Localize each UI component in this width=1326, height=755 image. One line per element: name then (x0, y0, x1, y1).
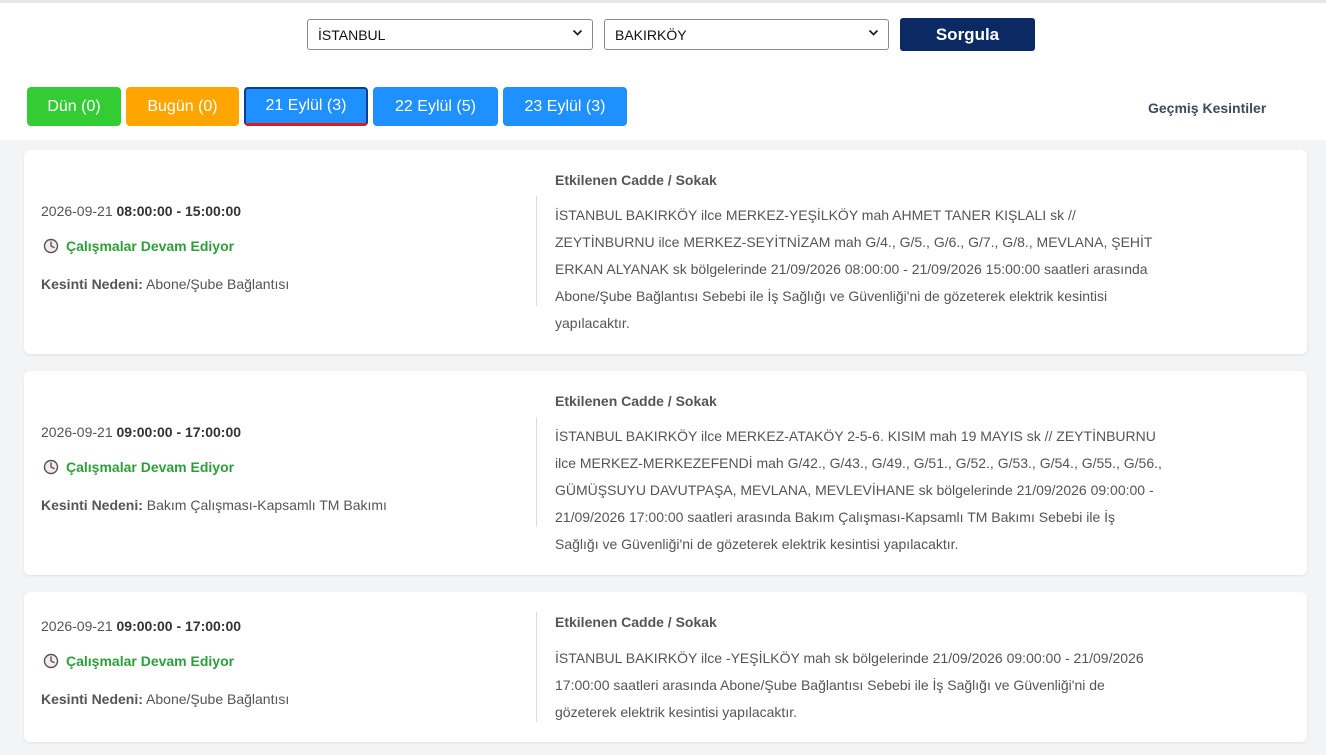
outage-status: Çalışmalar Devam Ediyor (43, 459, 234, 475)
affected-line: ERKAN ALYANAK sk bölgelerinde 21/09/2026… (555, 261, 1148, 277)
affected-streets-title: Etkilenen Cadde / Sokak (555, 172, 717, 188)
affected-line: gözeterek elektrik kesintisi yapılacaktı… (555, 704, 797, 720)
outage-datetime: 2026-09-21 09:00:00 - 17:00:00 (41, 618, 241, 634)
affected-streets-text: İSTANBUL BAKIRKÖY ilce -YEŞİLKÖY mah sk … (555, 645, 1195, 726)
status-text: Çalışmalar Devam Ediyor (66, 459, 235, 475)
reason-value: Bakım Çalışması-Kapsamlı TM Bakımı (146, 497, 387, 513)
clock-icon (43, 459, 59, 475)
outage-card: 2026-09-21 08:00:00 - 15:00:00 Çalışmala… (24, 150, 1307, 354)
outage-time: 08:00:00 - 15:00:00 (116, 203, 242, 219)
card-divider (536, 417, 537, 527)
outage-reason: Kesinti Nedeni: Abone/Şube Bağlantısı (41, 276, 289, 292)
past-outages-link[interactable]: Geçmiş Kesintiler (1148, 100, 1266, 116)
outage-status: Çalışmalar Devam Ediyor (43, 238, 234, 254)
affected-line: İSTANBUL BAKIRKÖY ilce MERKEZ-ATAKÖY 2-5… (555, 428, 1156, 444)
affected-line: GÜMÜŞSUYU DAVUTPAŞA, MEVLANA, MEVLEVİHAN… (555, 482, 1154, 498)
tab-21-september[interactable]: 21 Eylül (3) (244, 87, 368, 126)
outage-card: 2026-09-21 09:00:00 - 17:00:00 Çalışmala… (24, 592, 1307, 742)
outage-time: 09:00:00 - 17:00:00 (116, 424, 242, 440)
tab-yesterday[interactable]: Dün (0) (27, 87, 121, 126)
outage-status: Çalışmalar Devam Ediyor (43, 653, 234, 669)
affected-streets-text: İSTANBUL BAKIRKÖY ilce MERKEZ-ATAKÖY 2-5… (555, 423, 1195, 558)
outage-date: 2026-09-21 (41, 618, 113, 634)
page: İSTANBUL BAKIRKÖY Sorgula Dün (0) Bugün … (0, 0, 1326, 755)
outage-datetime: 2026-09-21 08:00:00 - 15:00:00 (41, 203, 241, 219)
status-text: Çalışmalar Devam Ediyor (66, 238, 235, 254)
outage-date: 2026-09-21 (41, 424, 113, 440)
chevron-down-icon (572, 29, 583, 36)
affected-line: 17:00:00 saatleri arasında Abone/Şube Ba… (555, 677, 1105, 693)
query-button[interactable]: Sorgula (900, 18, 1035, 51)
tab-22-september[interactable]: 22 Eylül (5) (373, 87, 498, 126)
affected-streets-title: Etkilenen Cadde / Sokak (555, 393, 717, 409)
city-select-value: İSTANBUL (318, 26, 386, 43)
outage-reason: Kesinti Nedeni: Abone/Şube Bağlantısı (41, 691, 289, 707)
reason-value: Abone/Şube Bağlantısı (146, 276, 290, 292)
card-divider (536, 612, 537, 722)
city-select[interactable]: İSTANBUL (307, 19, 593, 50)
chevron-down-icon (868, 29, 879, 36)
tab-today[interactable]: Bugün (0) (126, 87, 239, 126)
affected-line: İSTANBUL BAKIRKÖY ilce MERKEZ-YEŞİLKÖY m… (555, 207, 1076, 223)
reason-label: Kesinti Nedeni: (41, 276, 143, 292)
affected-streets-text: İSTANBUL BAKIRKÖY ilce MERKEZ-YEŞİLKÖY m… (555, 202, 1195, 337)
outage-card: 2026-09-21 09:00:00 - 17:00:00 Çalışmala… (24, 371, 1307, 575)
affected-line: ZEYTİNBURNU ilce MERKEZ-SEYİTNİZAM mah G… (555, 234, 1153, 250)
affected-streets-title: Etkilenen Cadde / Sokak (555, 614, 717, 630)
affected-line: Abone/Şube Bağlantısı Sebebi ile İş Sağl… (555, 288, 1108, 304)
outage-datetime: 2026-09-21 09:00:00 - 17:00:00 (41, 424, 241, 440)
clock-icon (43, 238, 59, 254)
affected-line: Sağlığı ve Güvenliği'ni de gözeterek ele… (555, 536, 959, 552)
outage-date: 2026-09-21 (41, 203, 113, 219)
card-divider (536, 196, 537, 306)
reason-label: Kesinti Nedeni: (41, 691, 143, 707)
clock-icon (43, 653, 59, 669)
status-text: Çalışmalar Devam Ediyor (66, 653, 235, 669)
tab-23-september[interactable]: 23 Eylül (3) (503, 87, 627, 126)
outage-time: 09:00:00 - 17:00:00 (116, 618, 242, 634)
affected-line: yapılacaktır. (555, 315, 630, 331)
district-select[interactable]: BAKIRKÖY (604, 19, 889, 50)
outage-reason: Kesinti Nedeni: Bakım Çalışması-Kapsamlı… (41, 497, 387, 513)
affected-line: 21/09/2026 17:00:00 saatleri arasında Ba… (555, 509, 1116, 525)
reason-label: Kesinti Nedeni: (41, 497, 143, 513)
filter-area: İSTANBUL BAKIRKÖY Sorgula Dün (0) Bugün … (0, 0, 1326, 140)
district-select-value: BAKIRKÖY (615, 26, 687, 43)
reason-value: Abone/Şube Bağlantısı (146, 691, 290, 707)
affected-line: ilce MERKEZ-MERKEZEFENDİ mah G/42., G/43… (555, 455, 1162, 471)
top-border (0, 0, 1326, 3)
affected-line: İSTANBUL BAKIRKÖY ilce -YEŞİLKÖY mah sk … (555, 650, 1144, 666)
